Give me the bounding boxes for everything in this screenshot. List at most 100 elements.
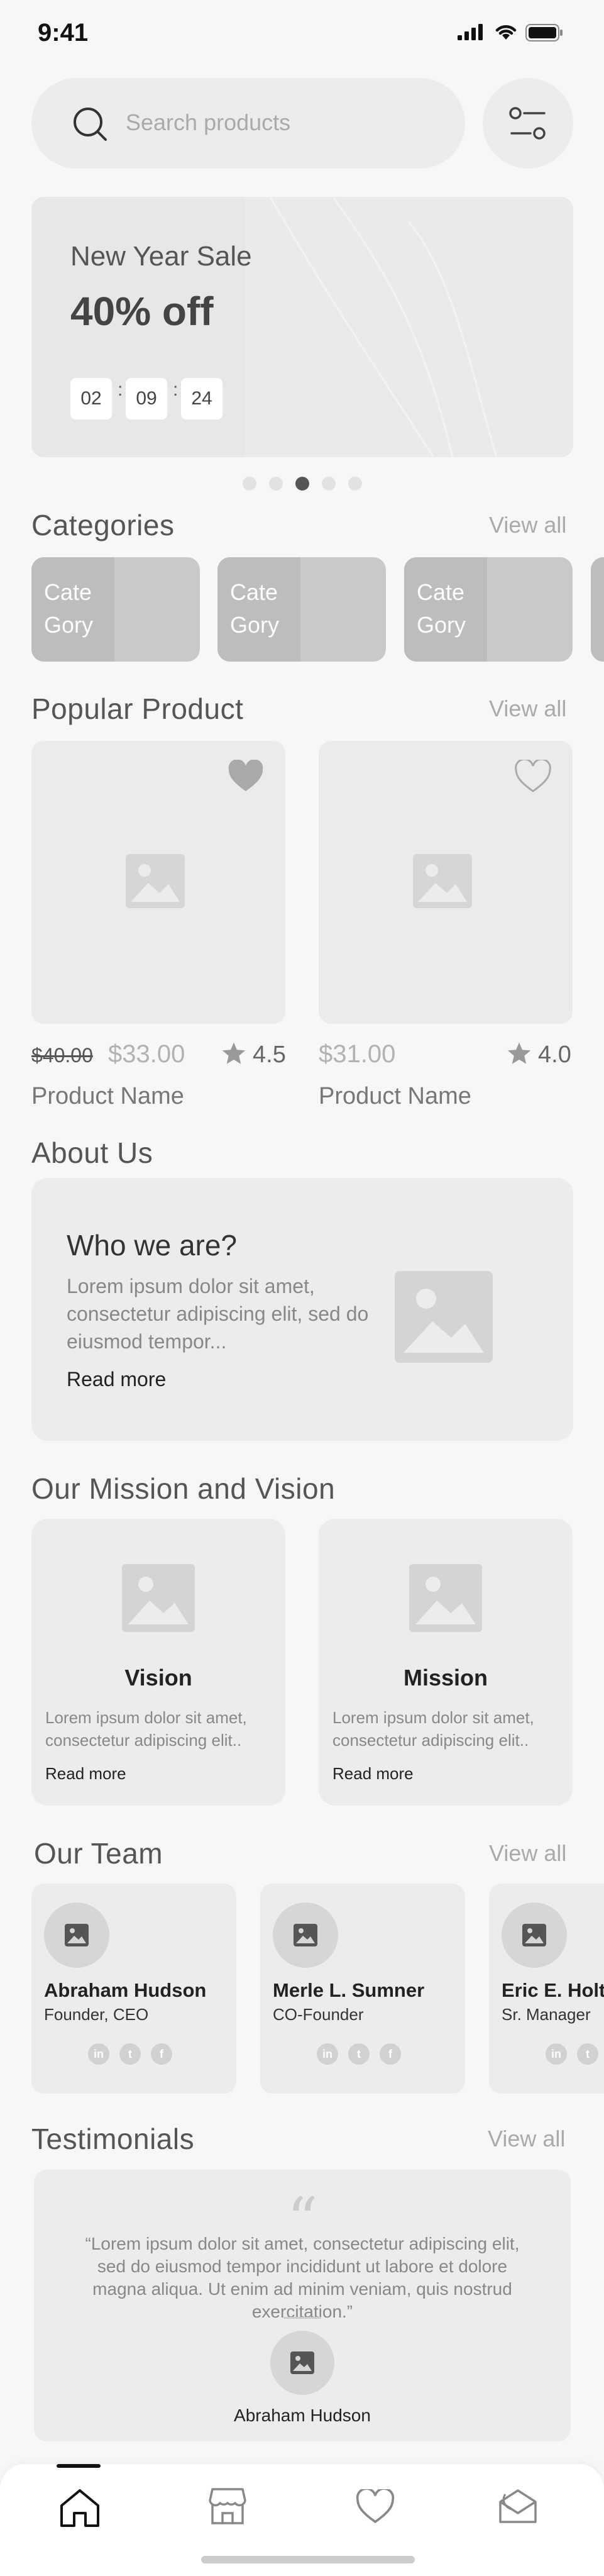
vision-card[interactable]: Vision Lorem ipsum dolor sit amet, conse… [31, 1519, 285, 1806]
testimonials-title: Testimonials [31, 2123, 195, 2155]
carousel-dot[interactable] [295, 477, 309, 491]
category-label: Gory [44, 612, 94, 638]
member-name: Abraham Hudson [44, 1979, 207, 2001]
image-placeholder-icon [294, 1924, 317, 1946]
carousel-dot[interactable] [269, 477, 283, 491]
category-chip[interactable]: Cate Gory [404, 557, 573, 662]
timer-seconds: 24 [181, 378, 222, 419]
contact-icon[interactable] [498, 2488, 539, 2526]
twitter-icon[interactable]: t [119, 2043, 141, 2065]
heart-filled-icon[interactable] [228, 760, 264, 794]
about-card: Who we are? Lorem ipsum dolor sit amet, … [31, 1178, 573, 1441]
category-label: Gory [417, 612, 466, 638]
image-placeholder-icon [409, 1564, 482, 1632]
timer-separator: : [173, 379, 178, 400]
read-more-link[interactable]: Read more [45, 1764, 126, 1784]
card-title: Vision [124, 1665, 192, 1690]
heart-outline-icon[interactable] [515, 760, 551, 794]
testimonials-view-all-link[interactable]: View all [488, 2126, 565, 2152]
timer-minutes: 09 [126, 378, 167, 419]
avatar [502, 1902, 567, 1968]
banner-subtitle: New Year Sale [70, 241, 252, 272]
team-member-card[interactable]: Merle L. Sumner CO-Founder in t f [260, 1884, 465, 2094]
avatar [270, 2331, 334, 2395]
category-label: Gory [230, 612, 280, 638]
search-bar[interactable]: Search products [31, 78, 465, 169]
image-placeholder-icon [65, 1924, 89, 1946]
carousel-dot[interactable] [348, 477, 362, 491]
linkedin-icon[interactable]: in [317, 2043, 338, 2065]
promo-banner[interactable]: New Year Sale 40% off 02 : 09 : 24 [31, 197, 573, 457]
twitter-icon[interactable]: t [348, 2043, 370, 2065]
category-label: Cate [417, 579, 465, 605]
home-indicator [201, 2556, 415, 2563]
category-chip[interactable]: Cate Gory [217, 557, 386, 662]
popular-title: Popular Product [31, 692, 244, 725]
heart-icon[interactable] [356, 2489, 395, 2524]
store-icon[interactable] [207, 2487, 248, 2526]
member-name: Eric E. Holt [502, 1979, 604, 2001]
home-icon[interactable] [58, 2487, 102, 2528]
image-placeholder-icon [290, 2351, 314, 2374]
image-placeholder-icon [122, 1564, 195, 1632]
search-icon [72, 106, 109, 143]
product-rating: 4.0 [538, 1041, 571, 1068]
mission-title: Our Mission and Vision [31, 1472, 336, 1505]
wifi-icon [494, 23, 518, 40]
member-role: Founder, CEO [44, 2005, 149, 2024]
categories-title: Categories [31, 509, 175, 541]
popular-view-all-link[interactable]: View all [489, 696, 566, 722]
avatar [273, 1902, 338, 1968]
categories-view-all-link[interactable]: View all [489, 512, 566, 538]
timer-hours: 02 [70, 378, 112, 419]
carousel-dot[interactable] [243, 477, 256, 491]
team-title: Our Team [34, 1837, 163, 1870]
signal-icon [458, 24, 485, 40]
filter-button[interactable] [483, 78, 573, 169]
read-more-link[interactable]: Read more [332, 1764, 414, 1784]
sliders-icon [509, 107, 547, 140]
facebook-icon[interactable]: f [151, 2043, 172, 2065]
card-text: Lorem ipsum dolor sit amet, consectetur … [332, 1708, 534, 1750]
image-placeholder-icon [395, 1271, 493, 1363]
testimonial-quote: “Lorem ipsum dolor sit amet, consectetur… [85, 2234, 520, 2321]
active-tab-indicator [57, 2464, 101, 2468]
team-view-all-link[interactable]: View all [489, 1840, 566, 1867]
category-label: Cate [230, 579, 278, 605]
product-name[interactable]: Product Name [319, 1083, 471, 1110]
divider [283, 2317, 321, 2319]
category-chip-partial[interactable] [591, 557, 604, 662]
product-rating: 4.5 [253, 1041, 286, 1068]
about-heading: Who we are? [67, 1229, 238, 1262]
product-image[interactable] [319, 741, 573, 1024]
card-title: Mission [403, 1665, 488, 1690]
carousel-dot[interactable] [322, 477, 336, 491]
about-read-more-link[interactable]: Read more [67, 1368, 166, 1391]
search-input[interactable]: Search products [126, 109, 290, 136]
old-price: $40.00 [31, 1044, 93, 1067]
about-text: Lorem ipsum dolor sit amet, consectetur … [67, 1275, 369, 1353]
linkedin-icon[interactable]: in [546, 2043, 567, 2065]
testimonial-card: “ “Lorem ipsum dolor sit amet, consectet… [34, 2170, 571, 2441]
price: $31.00 [319, 1040, 396, 1068]
star-icon [507, 1041, 532, 1065]
timer-separator: : [118, 379, 123, 400]
testimonial-author: Abraham Hudson [234, 2406, 371, 2425]
product-name[interactable]: Product Name [31, 1083, 184, 1110]
team-member-card-partial[interactable]: Eric E. Holt Sr. Manager in t [489, 1884, 604, 2094]
status-time: 9:41 [38, 19, 89, 47]
about-title: About Us [31, 1136, 153, 1169]
image-placeholder-icon [522, 1924, 546, 1946]
member-role: Sr. Manager [502, 2005, 591, 2024]
product-image[interactable] [31, 741, 285, 1024]
category-label: Cate [44, 579, 92, 605]
member-role: CO-Founder [273, 2005, 364, 2024]
twitter-icon[interactable]: t [577, 2043, 598, 2065]
card-text: Lorem ipsum dolor sit amet, consectetur … [45, 1708, 247, 1750]
category-chip[interactable]: Cate Gory [31, 557, 200, 662]
image-placeholder-icon [413, 854, 472, 908]
mission-card[interactable]: Mission Lorem ipsum dolor sit amet, cons… [319, 1519, 573, 1806]
facebook-icon[interactable]: f [380, 2043, 401, 2065]
team-member-card[interactable]: Abraham Hudson Founder, CEO in t f [31, 1884, 236, 2094]
linkedin-icon[interactable]: in [88, 2043, 109, 2065]
